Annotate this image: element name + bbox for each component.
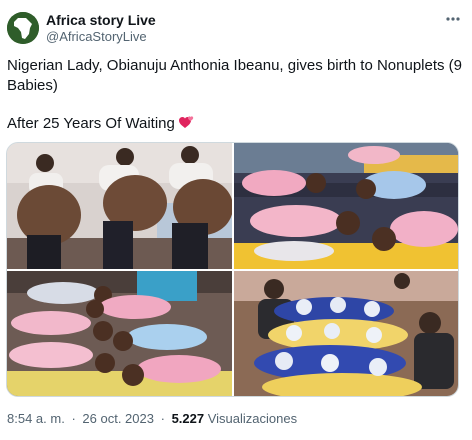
meta-separator-2: · — [160, 411, 165, 426]
views-count[interactable]: 5.227 — [172, 411, 205, 426]
photo-babies-sleeping[interactable] — [234, 143, 458, 269]
tweet-meta: 8:54 a. m. · 26 oct. 2023 · 5.227 Visual… — [7, 411, 297, 426]
photo-babies-pillows[interactable] — [234, 271, 458, 396]
tweet-date[interactable]: 26 oct. 2023 — [82, 411, 154, 426]
author-name[interactable]: Africa story Live — [46, 12, 156, 28]
more-horizontal-icon — [446, 17, 460, 21]
tweet-card: Africa story Live @AfricaStoryLive Niger… — [0, 0, 472, 440]
tweet-time[interactable]: 8:54 a. m. — [7, 411, 65, 426]
meta-separator-1: · — [71, 411, 76, 426]
views-label: Visualizaciones — [207, 411, 298, 426]
photo-pregnant-woman[interactable] — [7, 143, 232, 269]
photo-pregnant-woman-image — [7, 143, 232, 269]
photo-babies-row-image — [7, 271, 232, 396]
two-hearts-emoji — [178, 114, 195, 136]
africa-map-icon — [7, 12, 39, 44]
author-avatar[interactable] — [7, 12, 39, 44]
photo-babies-row[interactable] — [7, 271, 232, 396]
tweet-media-grid[interactable] — [6, 142, 459, 397]
author-handle[interactable]: @AfricaStoryLive — [46, 29, 147, 44]
tweet-text-line2: After 25 Years Of Waiting — [7, 114, 465, 136]
photo-babies-sleeping-image — [234, 143, 458, 269]
photo-babies-pillows-image — [234, 271, 458, 396]
more-options-button[interactable] — [442, 10, 464, 28]
tweet-text-line2-text: After 25 Years Of Waiting — [7, 115, 175, 132]
tweet-text-line1: Nigerian Lady, Obianuju Anthonia Ibeanu,… — [7, 57, 463, 94]
